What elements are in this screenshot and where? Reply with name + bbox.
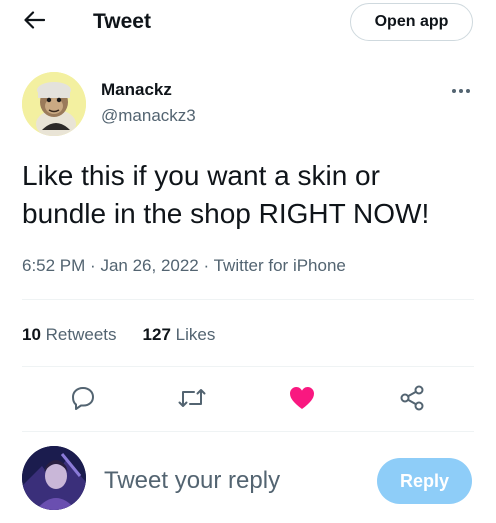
more-options-button[interactable]	[446, 80, 476, 100]
author-avatar[interactable]	[22, 72, 86, 136]
tweet-stats: 10 Retweets 127 Likes	[22, 324, 215, 346]
share-button[interactable]	[394, 382, 430, 418]
meta-separator: ·	[90, 256, 96, 275]
reply-button[interactable]	[65, 382, 101, 418]
share-icon	[399, 385, 425, 416]
reply-icon	[70, 385, 96, 416]
user-avatar[interactable]	[22, 446, 86, 510]
retweets-count: 10	[22, 325, 41, 344]
author-name[interactable]: Manackz	[101, 80, 172, 100]
tweet-time[interactable]: 6:52 PM	[22, 256, 85, 275]
reply-input[interactable]: Tweet your reply	[104, 466, 280, 496]
page-title: Tweet	[93, 10, 151, 33]
retweet-button[interactable]	[174, 382, 210, 418]
retweet-icon	[178, 386, 206, 415]
heart-icon	[288, 385, 316, 416]
like-button[interactable]	[284, 382, 320, 418]
retweets-stat[interactable]: 10 Retweets	[22, 324, 117, 346]
tweet-meta: 6:52 PM · Jan 26, 2022 · Twitter for iPh…	[22, 255, 346, 277]
back-button[interactable]	[16, 8, 52, 36]
tweet-text: Like this if you want a skin or bundle i…	[22, 157, 482, 233]
tweet-text-line: bundle in the shop RIGHT NOW!	[22, 198, 430, 229]
tweet-text-line: Like this if you want a skin or	[22, 160, 380, 191]
likes-stat[interactable]: 127 Likes	[143, 324, 216, 346]
arrow-left-icon	[23, 10, 46, 34]
reply-submit-button[interactable]: Reply	[377, 458, 472, 504]
divider	[22, 431, 474, 432]
divider	[22, 366, 474, 367]
tweet-source-link[interactable]: Twitter for iPhone	[214, 256, 346, 275]
more-horizontal-icon	[451, 81, 471, 99]
author-handle[interactable]: @manackz3	[101, 106, 196, 126]
likes-label: Likes	[175, 325, 216, 344]
divider	[22, 299, 474, 300]
meta-separator: ·	[203, 256, 210, 275]
tweet-date[interactable]: Jan 26, 2022	[100, 256, 198, 275]
retweets-label: Retweets	[45, 325, 117, 344]
open-app-button[interactable]: Open app	[350, 3, 473, 41]
likes-count: 127	[142, 325, 171, 344]
